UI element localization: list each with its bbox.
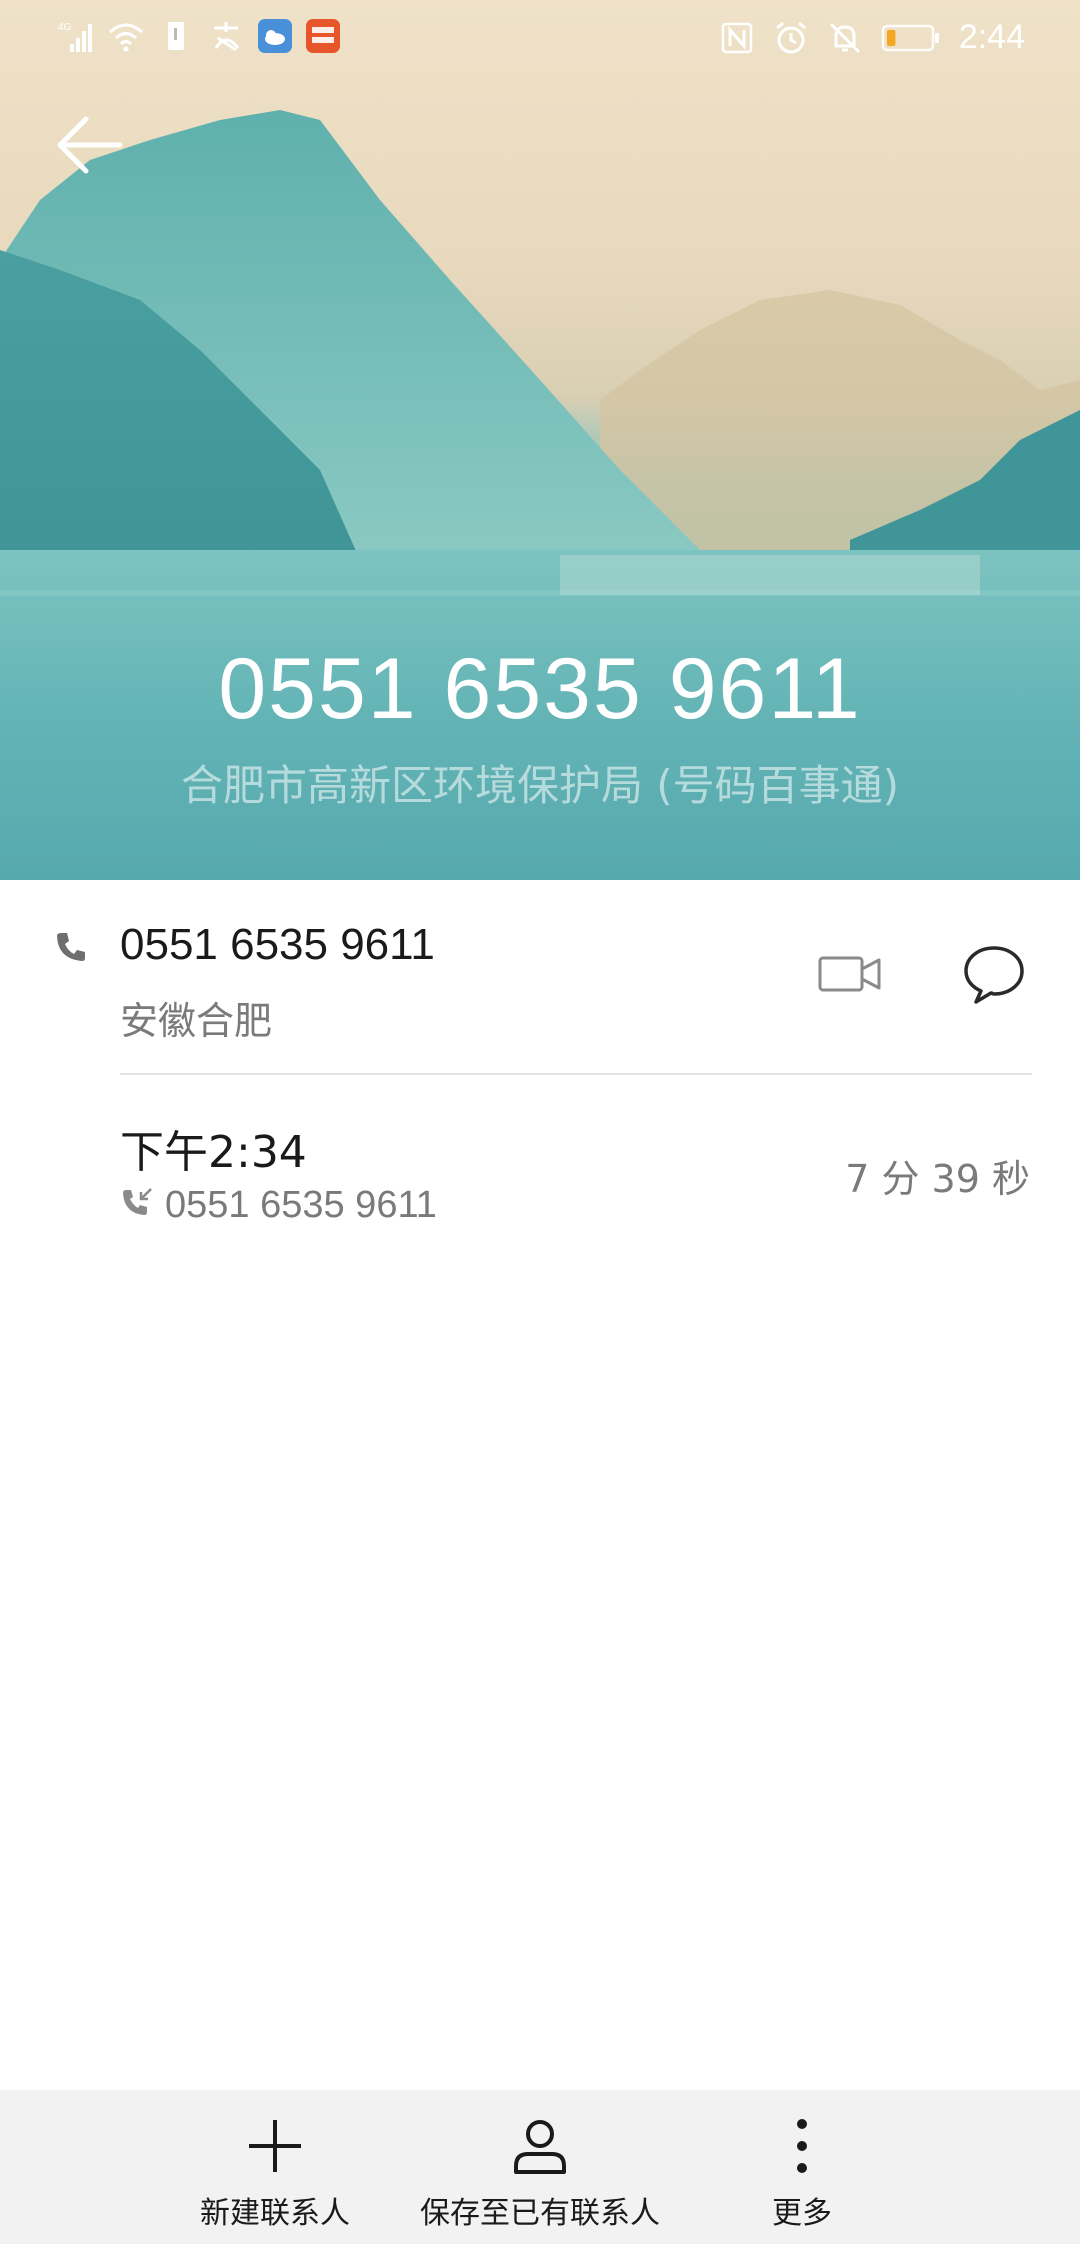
call-log-time: 下午2:34 <box>120 1127 307 1178</box>
battery-icon <box>881 24 939 51</box>
person-icon <box>514 2120 566 2174</box>
divider <box>120 1073 1032 1075</box>
status-bar: 4G 2:44 <box>0 0 1080 80</box>
call-log-number: 0551 6535 9611 <box>165 1184 437 1226</box>
caller-name-subtitle: 合肥市高新区环境保护局 (号码百事通) <box>180 761 900 810</box>
alarm-icon <box>775 21 806 53</box>
plus-icon <box>249 2120 301 2172</box>
new-contact-label: 新建联系人 <box>200 2196 350 2231</box>
weather-app-icon <box>258 19 292 53</box>
more-vertical-icon <box>797 2119 807 2173</box>
phone-number: 0551 6535 9611 <box>120 920 435 969</box>
signal-icon: 4G <box>58 22 92 52</box>
nfc-icon <box>721 22 753 53</box>
alipay-icon <box>214 22 240 52</box>
call-duration: 7 分 39 秒 <box>845 1157 1030 1201</box>
wifi-icon <box>109 23 143 52</box>
caller-number-title: 0551 6535 9611 <box>218 641 862 737</box>
new-contact-button[interactable]: 新建联系人 <box>195 2090 355 2244</box>
header-banner: 4G 2:44 0551 6535 9611 合肥市高新区环境保护局 (号码百事… <box>0 0 1080 880</box>
mute-icon <box>829 22 860 53</box>
phone-location: 安徽合肥 <box>120 999 273 1043</box>
back-arrow-icon[interactable] <box>52 112 126 178</box>
save-to-existing-button[interactable]: 保存至已有联系人 <box>410 2090 670 2244</box>
svg-text:4G: 4G <box>58 22 72 33</box>
bottom-action-bar: 新建联系人 保存至已有联系人 更多 <box>0 2090 1080 2244</box>
clock: 2:44 <box>958 18 1025 56</box>
more-label: 更多 <box>772 2196 832 2231</box>
more-button[interactable]: 更多 <box>732 2090 872 2244</box>
incoming-call-icon <box>123 1188 152 1215</box>
phone-icon <box>57 933 85 961</box>
video-call-icon[interactable] <box>818 952 882 996</box>
message-icon[interactable] <box>962 944 1026 1006</box>
pingan-bank-icon <box>306 19 340 53</box>
landscape-background <box>0 110 1080 880</box>
sim-icon <box>168 22 184 50</box>
save-to-existing-label: 保存至已有联系人 <box>420 2196 660 2231</box>
